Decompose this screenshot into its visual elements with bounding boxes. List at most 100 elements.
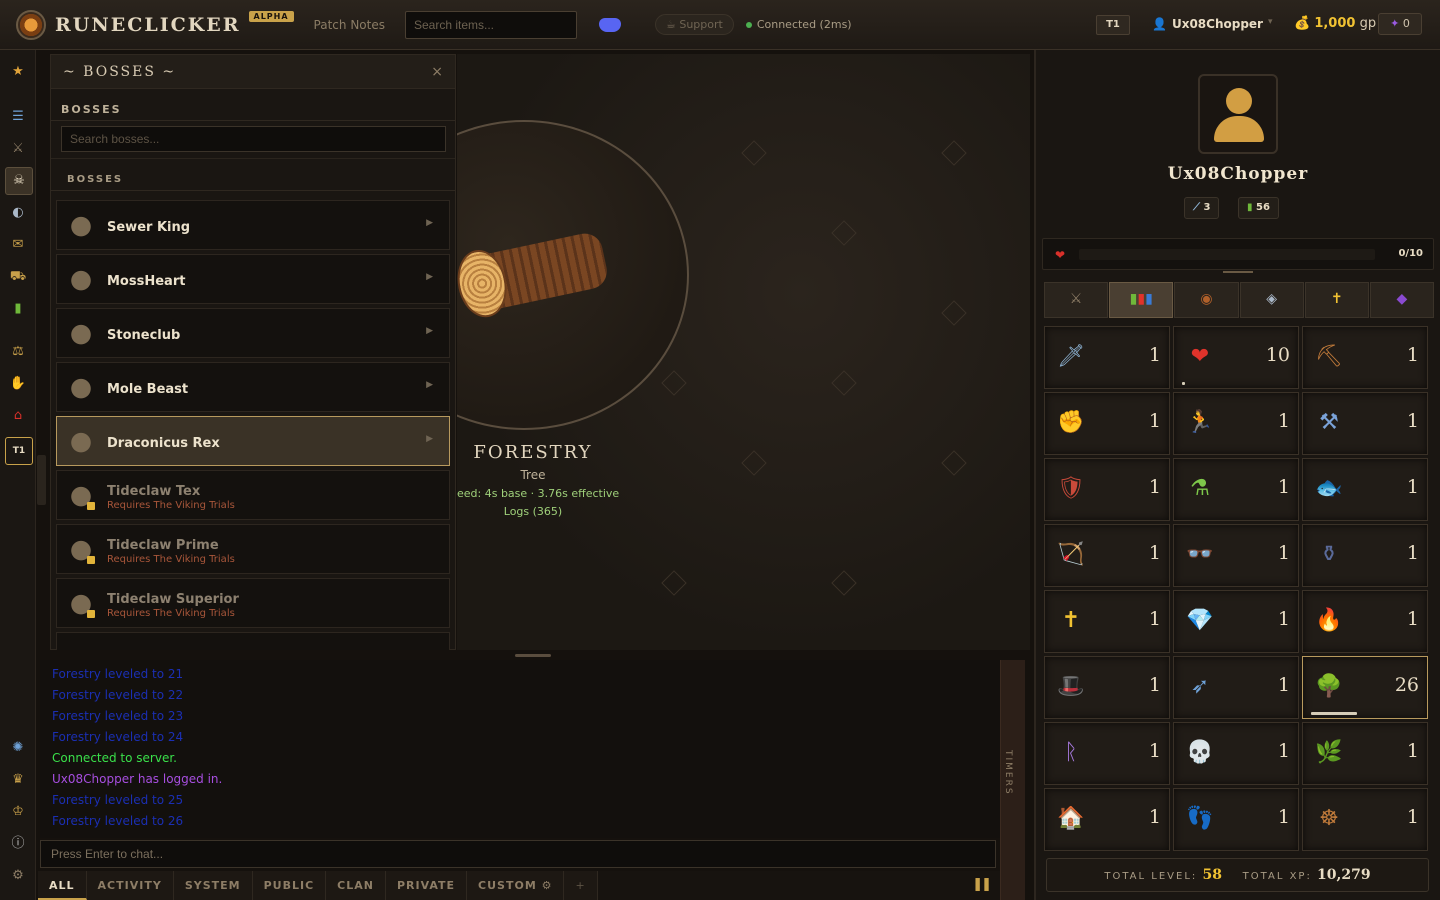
panel-resize-handle[interactable] [37, 455, 46, 505]
skill-cell[interactable]: ✊ 1 [1044, 392, 1170, 455]
list-icon[interactable]: ☰ [8, 107, 28, 127]
avatar-head [1226, 88, 1252, 114]
skill-level: 1 [1148, 608, 1161, 630]
floor-ornament [831, 220, 857, 246]
chart-icon[interactable]: ▮ [8, 299, 28, 319]
gems-display[interactable]: ✦ 0 [1378, 13, 1422, 35]
chat-message: Forestry leveled to 24 [52, 730, 184, 744]
star-icon[interactable]: ★ [8, 62, 28, 82]
skill-cell[interactable]: ⚗ 1 [1173, 458, 1299, 521]
boss-item[interactable]: Tideclaw Superior Requires The Viking Tri… [56, 578, 450, 628]
skill-cell[interactable]: ᚱ1 [1044, 722, 1170, 785]
skill-cell[interactable]: 🎩 1 [1044, 656, 1170, 719]
chat-resize-handle[interactable] [515, 654, 551, 657]
user-menu[interactable]: 👤 Ux08Chopper ▾ [1152, 17, 1273, 31]
compass-icon[interactable]: ◐ [8, 203, 28, 223]
tier-nav-button[interactable]: T1 [5, 437, 33, 465]
discord-icon[interactable] [598, 17, 621, 32]
boss-search-input[interactable] [61, 126, 446, 152]
boss-item[interactable]: ▶ Sewer King [56, 200, 450, 250]
boss-item[interactable]: ▶ Draconicus Rex [56, 416, 450, 466]
skill-cell[interactable]: 🏃 1 [1173, 392, 1299, 455]
boss-item[interactable]: ▶ Mole Beast [56, 362, 450, 412]
skill-cell[interactable]: ⛏ 1 [1302, 326, 1428, 389]
profile-panel: Ux08Chopper ⟋ 3 ▮ 56 ❤ 0/10 ⚔ ▮▮▮ ◉ ◈ ✝ … [1034, 50, 1440, 900]
scale-icon[interactable]: ⚖ [8, 342, 28, 362]
world-icon[interactable]: ✺ [8, 738, 28, 758]
skill-cell[interactable]: 🗡 1 [1044, 326, 1170, 389]
scroll-icon[interactable]: ✉ [8, 235, 28, 255]
house-icon[interactable]: ⌂ [8, 406, 28, 426]
stats-tab[interactable]: ▮▮▮ [1109, 282, 1174, 318]
total-xp-label: TOTAL XP: [1242, 871, 1312, 882]
crown-icon[interactable]: ♛ [8, 770, 28, 790]
skill-cell[interactable]: 💀 1 [1173, 722, 1299, 785]
boss-requirement: Requires The Viking Trials [107, 499, 235, 511]
chat-input[interactable] [40, 840, 996, 868]
prayer-tab[interactable]: ✝ [1304, 282, 1369, 318]
skill-level: 1 [1148, 410, 1161, 432]
patch-notes-link[interactable]: Patch Notes [314, 18, 385, 32]
close-icon[interactable]: × [431, 64, 443, 80]
skill-cell[interactable]: ➶ 1 [1173, 656, 1299, 719]
chat-message: Connected to server. [52, 751, 177, 765]
hand-icon[interactable]: ✋ [8, 374, 28, 394]
tier-badge[interactable]: T1 [1096, 15, 1130, 35]
skill-cell[interactable]: 🌳 26 [1302, 656, 1428, 719]
boss-item[interactable]: ▶ MossHeart [56, 254, 450, 304]
chat-tab[interactable]: ACTIVITY [86, 871, 174, 900]
skull-icon[interactable]: ☠ [5, 167, 33, 195]
skill-cell[interactable]: 🌿 1 [1302, 722, 1428, 785]
boss-item[interactable]: Tideclaw Tex Requires The Viking Trials [56, 470, 450, 520]
item-search-input[interactable] [404, 10, 577, 39]
pause-icon[interactable]: ❚❚ [972, 877, 992, 892]
panel-drag-handle[interactable] [1223, 271, 1253, 273]
boss-item[interactable]: ▶ Stoneclub [56, 308, 450, 358]
swords-icon[interactable]: ⚔ [8, 139, 28, 159]
trophy-icon[interactable]: ♔ [8, 802, 28, 822]
skill-cell[interactable]: ☸ 1 [1302, 788, 1428, 851]
skill-cell[interactable]: ❤ 10 [1173, 326, 1299, 389]
skill-cell[interactable]: 🏹 1 [1044, 524, 1170, 587]
info-icon[interactable]: ⓘ [8, 834, 28, 854]
boss-avatar-icon [65, 317, 97, 349]
floor-ornament [831, 570, 857, 596]
skill-cell[interactable]: ⚒ 1 [1302, 392, 1428, 455]
boss-requirement: Requires The Viking Trials [107, 607, 235, 619]
avatar[interactable] [1198, 74, 1278, 154]
timers-panel[interactable]: TIMERS [1000, 660, 1025, 900]
skill-cell[interactable]: 💎 1 [1173, 590, 1299, 653]
boss-item[interactable]: Tideclaw Prime Requires The Viking Trials [56, 524, 450, 574]
boss-panel-title: ~ BOSSES ~ [63, 63, 177, 80]
floor-ornament [661, 370, 687, 396]
skill-cell[interactable]: 👣 1 [1173, 788, 1299, 851]
skill-cell[interactable]: ⚱ 1 [1302, 524, 1428, 587]
boss-panel-subtitle: BOSSES [51, 89, 455, 121]
magic-tab[interactable]: ◆ [1369, 282, 1435, 318]
skills-tab[interactable]: ⚔ [1044, 282, 1109, 318]
chat-tab[interactable]: + [564, 871, 598, 900]
skill-cell[interactable]: 🛡 1 [1044, 458, 1170, 521]
skill-cell[interactable]: 🔥 1 [1302, 590, 1428, 653]
chat-tab[interactable]: CUSTOM ⚙ [467, 871, 565, 900]
skill-cell[interactable]: 🐟 1 [1302, 458, 1428, 521]
skill-level: 1 [1277, 476, 1290, 498]
equipment-tab[interactable]: ◈ [1239, 282, 1304, 318]
boss-item[interactable] [56, 632, 450, 650]
cart-icon[interactable]: ⛟ [8, 267, 28, 287]
skill-level: 1 [1277, 608, 1290, 630]
support-button[interactable]: ☕ Support [654, 14, 734, 35]
chat-tab[interactable]: CLAN [326, 871, 386, 900]
boss-name: Tideclaw Tex [107, 483, 201, 499]
skill-cell[interactable]: 👓 1 [1173, 524, 1299, 587]
skill-cell[interactable]: 🏠 1 [1044, 788, 1170, 851]
skill-cell[interactable]: ✝ 1 [1044, 590, 1170, 653]
inventory-tab[interactable]: ◉ [1174, 282, 1239, 318]
settings-icon[interactable]: ⚙ [8, 866, 28, 886]
boss-name: Tideclaw Prime [107, 537, 219, 553]
chat-tab[interactable]: ALL [38, 871, 87, 900]
chat-tab[interactable]: SYSTEM [173, 871, 253, 900]
chat-tab[interactable]: PUBLIC [252, 871, 327, 900]
chat-tab[interactable]: PRIVATE [385, 871, 468, 900]
logo[interactable]: RUNECLICKER ALPHA [16, 9, 294, 40]
